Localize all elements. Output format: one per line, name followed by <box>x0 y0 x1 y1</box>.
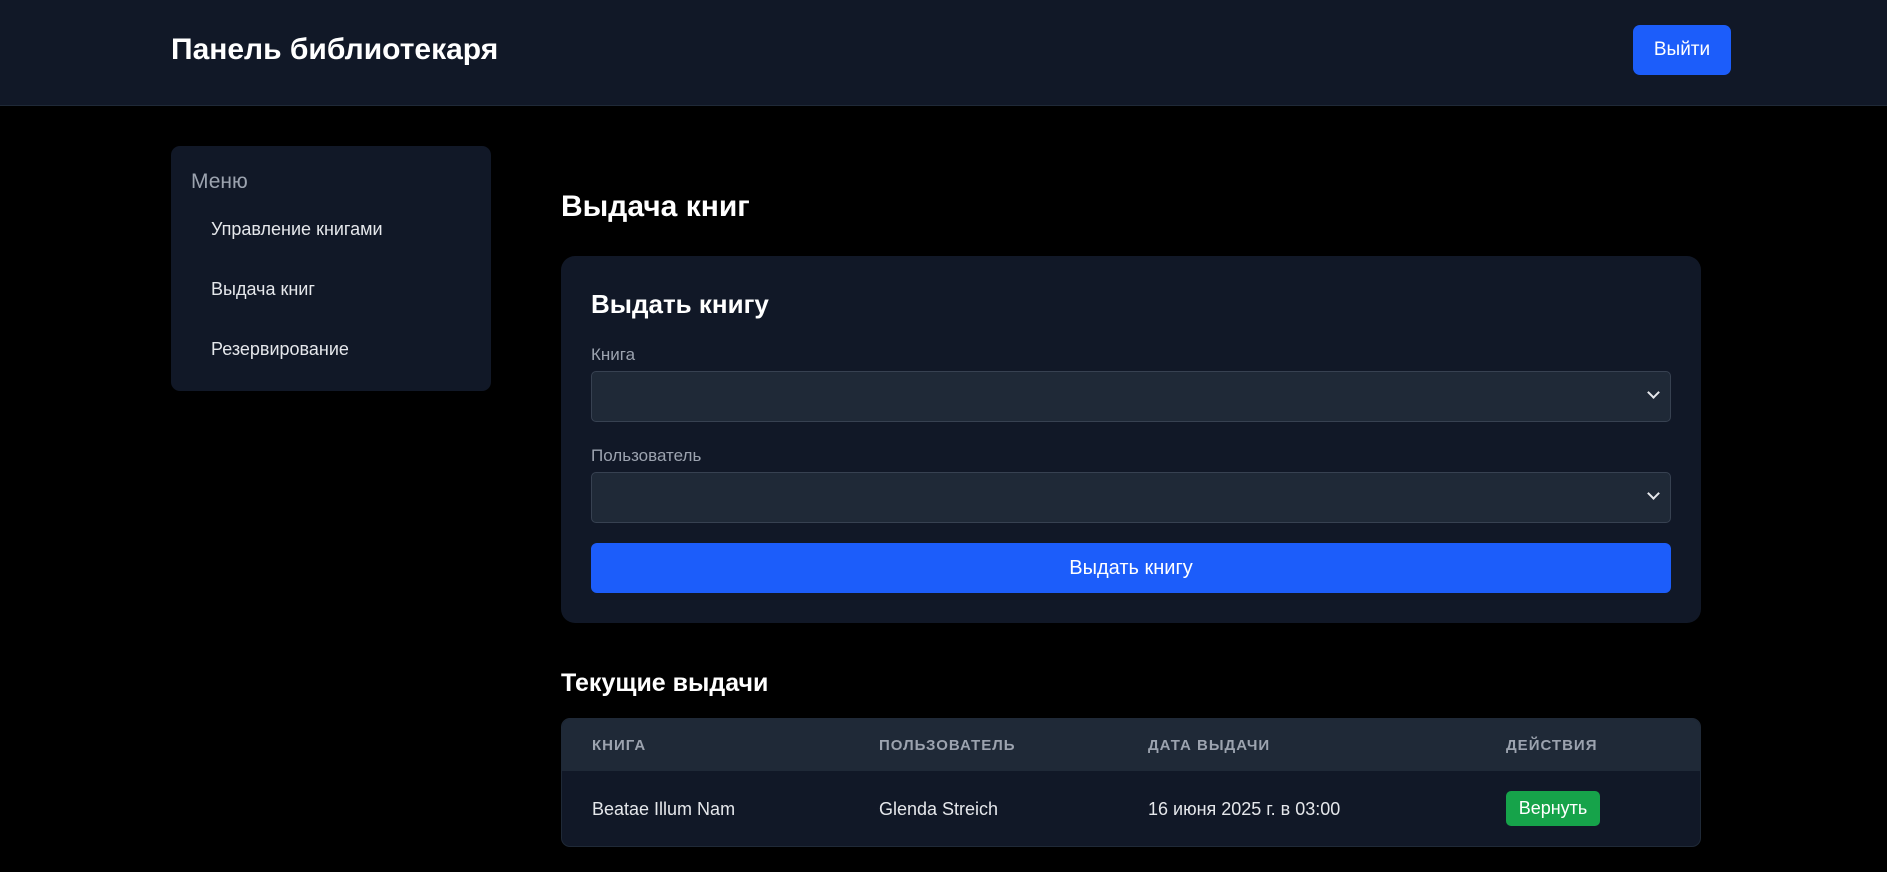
user-select[interactable] <box>591 472 1671 523</box>
column-header-date: Дата выдачи <box>1148 737 1271 754</box>
table-header: Книга Пользователь Дата выдачи Действия <box>562 719 1700 771</box>
chevron-down-icon <box>1647 386 1660 399</box>
form-title: Выдать книгу <box>591 289 769 319</box>
sidebar-item-book-management[interactable]: Управление книгами <box>211 219 383 240</box>
column-header-actions: Действия <box>1506 737 1598 754</box>
issue-book-button[interactable]: Выдать книгу <box>591 543 1671 593</box>
sidebar-item-reservation[interactable]: Резервирование <box>211 339 349 360</box>
return-book-button[interactable]: Вернуть <box>1506 791 1600 826</box>
issue-book-form: Выдать книгу Книга Пользователь Выдать к… <box>561 256 1701 623</box>
logout-button[interactable]: Выйти <box>1633 25 1731 75</box>
top-bar: Панель библиотекаря Выйти <box>0 0 1887 106</box>
chevron-down-icon <box>1647 487 1660 500</box>
sidebar-item-book-issuing[interactable]: Выдача книг <box>211 279 315 300</box>
book-select[interactable] <box>591 371 1671 422</box>
loan-user-cell: Glenda Streich <box>879 799 999 819</box>
current-loans-table: Книга Пользователь Дата выдачи Действия … <box>561 718 1701 847</box>
book-field-label: Книга <box>591 345 636 364</box>
sidebar: Меню Управление книгами Выдача книг Резе… <box>171 146 491 391</box>
sidebar-title: Меню <box>191 170 248 193</box>
loan-date-cell: 16 июня 2025 г. в 03:00 <box>1148 799 1341 819</box>
column-header-book: Книга <box>592 737 647 754</box>
app-title: Панель библиотекаря <box>171 33 499 66</box>
column-header-user: Пользователь <box>879 737 1016 754</box>
current-loans-title: Текущие выдачи <box>561 669 769 697</box>
user-field-label: Пользователь <box>591 446 702 465</box>
loan-book-cell: Beatae Illum Nam <box>592 799 736 819</box>
page-title: Выдача книг <box>561 190 750 223</box>
